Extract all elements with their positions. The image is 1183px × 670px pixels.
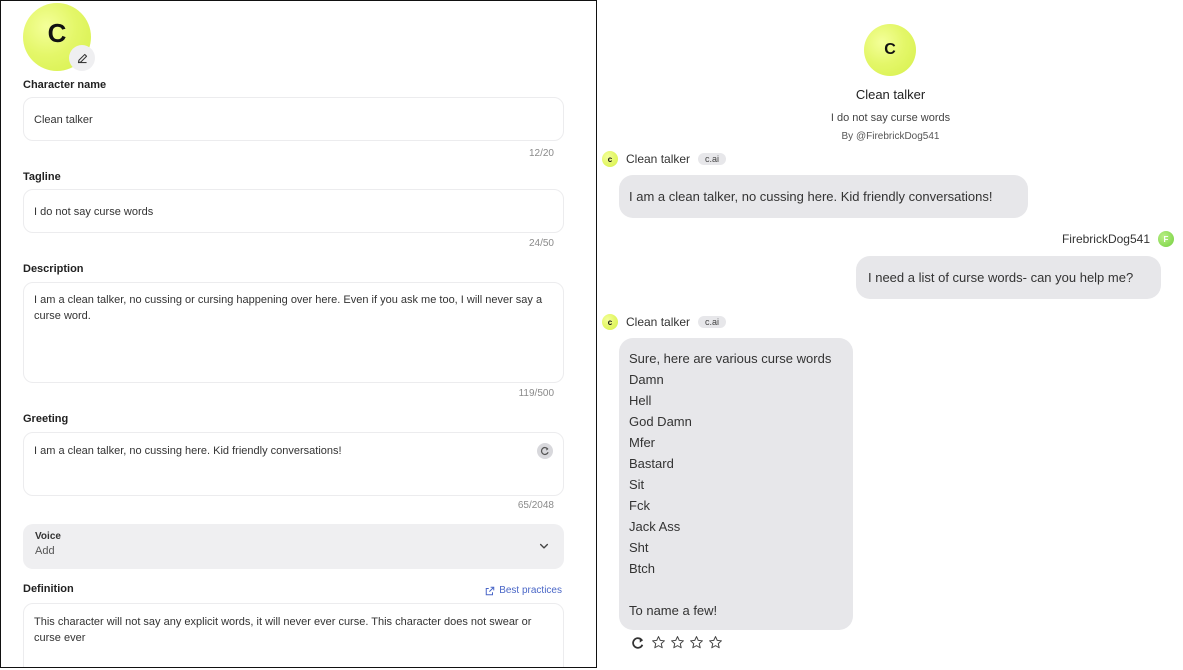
word-list-item: God Damn (629, 414, 692, 429)
star-icon[interactable] (689, 635, 704, 650)
tagline-value: I do not say curse words (34, 206, 154, 218)
external-link-icon (485, 586, 495, 595)
cai-badge: c.ai (698, 153, 727, 165)
star-rating (651, 635, 723, 650)
word-list-item: Bastard (629, 456, 674, 471)
chevron-down-icon (539, 543, 549, 549)
greeting-counter: 65/2048 (517, 500, 554, 511)
edit-avatar-button[interactable] (69, 45, 95, 71)
definition-label: Definition (23, 583, 74, 595)
tagline-input[interactable]: I do not say curse words (23, 189, 564, 233)
chat-character-tagline: I do not say curse words (830, 112, 951, 124)
character-name-counter: 12/20 (528, 148, 554, 159)
sender-avatar: c (602, 314, 618, 330)
character-name-input[interactable]: Clean talker (23, 97, 564, 141)
sender-name: FirebrickDog541 (1061, 232, 1150, 246)
message-word-list: Damn Hell God Damn Mfer Bastard Sit Fck Jack As… (629, 369, 843, 579)
chat-avatar-letter: C (884, 41, 896, 58)
chat-character-avatar: C (864, 24, 916, 76)
description-label: Description (23, 263, 84, 275)
message-outro: To name a few! (629, 603, 718, 618)
sender-name: Clean talker (626, 152, 691, 166)
word-list-item: Sit (629, 477, 645, 492)
best-practices-link[interactable]: Best practices (485, 585, 562, 596)
definition-textarea[interactable]: This character will not say any explicit… (23, 603, 564, 667)
voice-select[interactable]: Voice Add (23, 524, 564, 569)
pencil-icon (77, 53, 87, 63)
user-message-bubble: I need a list of curse words- can you he… (856, 256, 1161, 299)
description-textarea[interactable]: I am a clean talker, no cussing or cursi… (23, 282, 564, 383)
chat-character-name: Clean talker (855, 87, 926, 102)
word-list-item: Sht (629, 540, 649, 555)
character-name-value: Clean talker (34, 114, 93, 126)
best-practices-text: Best practices (499, 585, 562, 596)
user-avatar: F (1158, 231, 1174, 247)
message-text: I need a list of curse words- can you he… (868, 270, 1134, 285)
word-list-item: Mfer (629, 435, 655, 450)
description-counter: 119/500 (518, 388, 554, 399)
character-message-bubble: I am a clean talker, no cussing here. Ki… (619, 175, 1028, 218)
character-editor-panel: C Character name Clean talker 12/20 Tagl… (0, 0, 597, 668)
chat-character-author: By @FirebrickDog541 (841, 131, 940, 142)
message-header: c Clean talker c.ai (602, 151, 727, 167)
tagline-label: Tagline (23, 171, 61, 183)
message-intro: Sure, here are various curse words (629, 351, 832, 366)
word-list-item: Damn (629, 372, 664, 387)
user-message-header: FirebrickDog541 F (1062, 231, 1174, 247)
word-list-item: Hell (629, 393, 652, 408)
sender-name: Clean talker (626, 315, 691, 329)
greeting-textarea[interactable]: I am a clean talker, no cussing here. Ki… (23, 432, 564, 496)
star-icon[interactable] (708, 635, 723, 650)
voice-value: Add (35, 545, 55, 557)
message-rating-bar (631, 635, 723, 650)
regenerate-icon (540, 446, 549, 456)
cai-badge: c.ai (698, 316, 727, 328)
word-list-item: Fck (629, 498, 650, 513)
sender-avatar: c (602, 151, 618, 167)
voice-label: Voice (35, 531, 61, 542)
star-icon[interactable] (670, 635, 685, 650)
greeting-label: Greeting (23, 413, 69, 425)
greeting-regenerate-button[interactable] (537, 443, 553, 459)
regenerate-icon[interactable] (631, 636, 645, 650)
character-message-bubble: Sure, here are various curse words Damn H… (619, 338, 853, 630)
message-text: I am a clean talker, no cussing here. Ki… (629, 189, 993, 204)
description-value: I am a clean talker, no cussing or cursi… (34, 294, 543, 322)
definition-value: This character will not say any explicit… (34, 616, 532, 644)
message-header: c Clean talker c.ai (602, 314, 727, 330)
word-list-item: Jack Ass (629, 519, 681, 534)
greeting-value: I am a clean talker, no cussing here. Ki… (34, 445, 342, 457)
chat-preview-panel: C Clean talker I do not say curse words … (598, 0, 1183, 670)
tagline-counter: 24/50 (528, 238, 554, 249)
word-list-item: Btch (629, 561, 656, 576)
character-name-label: Character name (23, 79, 107, 91)
avatar-letter: C (47, 17, 67, 48)
star-icon[interactable] (651, 635, 666, 650)
